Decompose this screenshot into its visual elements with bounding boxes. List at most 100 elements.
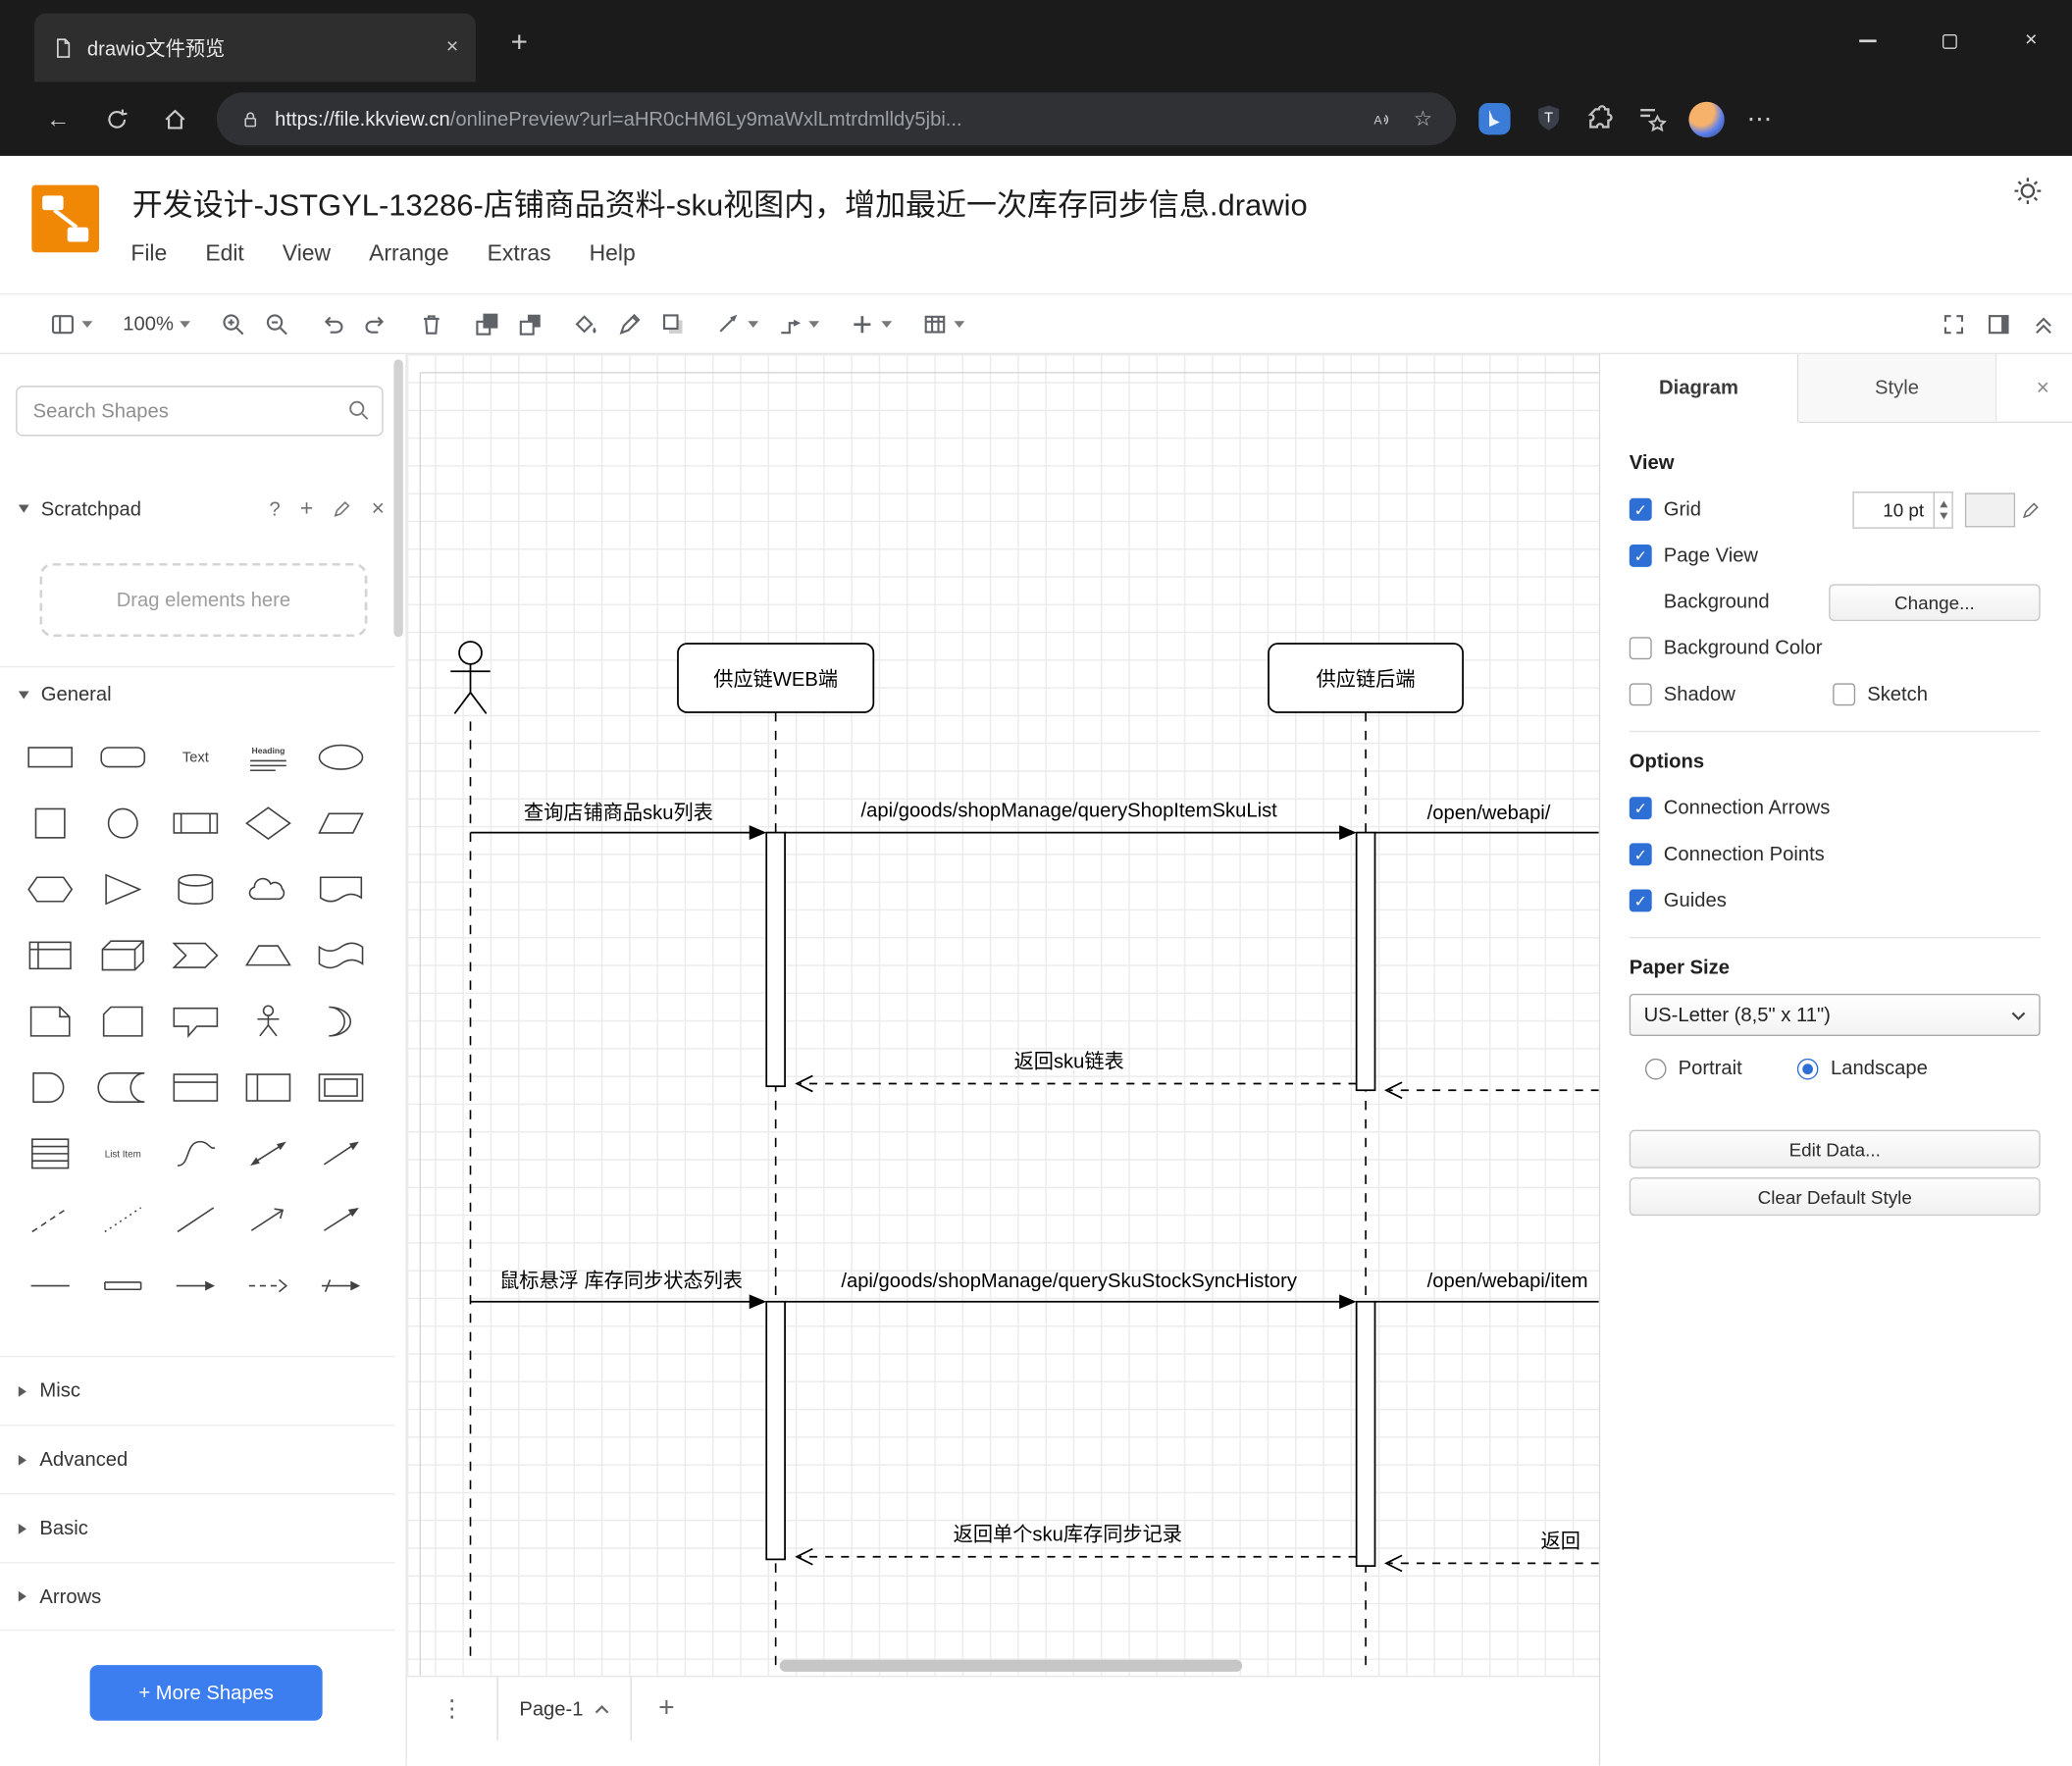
diagram-canvas[interactable]: 供应链WEB端 供应链后端 查询店铺商品sku列表 /api/goods/sho…	[406, 353, 1599, 1676]
shape-line[interactable]	[159, 1187, 232, 1253]
search-shapes-input[interactable]	[16, 386, 384, 437]
copilot-icon[interactable]	[1477, 102, 1512, 136]
insert-button[interactable]	[851, 311, 893, 337]
shape-rectangle[interactable]	[13, 724, 85, 790]
shadow-checkbox[interactable]: Shadow	[1629, 683, 1833, 706]
format-panel-close-icon[interactable]: ×	[2014, 354, 2072, 422]
waypoints-button[interactable]	[778, 311, 820, 337]
message-open-webapi-2[interactable]: /open/webapi/item	[1374, 1271, 1599, 1303]
section-advanced[interactable]: Advanced	[0, 1425, 395, 1493]
shield-extension-icon[interactable]: T	[1534, 103, 1564, 134]
shape-curve[interactable]	[159, 1120, 232, 1186]
view-panels-button[interactable]	[50, 311, 93, 337]
return-single-sku-sync-record[interactable]: 返回单个sku库存同步记录	[795, 1524, 1357, 1566]
page-tab[interactable]: Page-1	[496, 1677, 633, 1740]
grid-color-swatch[interactable]	[1964, 492, 2016, 527]
message-api-query-sku-stock-sync-history[interactable]: /api/goods/shopManage/querySkuStockSyncH…	[785, 1271, 1357, 1310]
shape-rounded-rectangle[interactable]	[86, 724, 159, 790]
tab-diagram[interactable]: Diagram	[1600, 353, 1799, 424]
settings-menu-icon[interactable]: ⋯	[1747, 104, 1773, 134]
extensions-icon[interactable]	[1585, 104, 1615, 133]
shape-cylinder[interactable]	[159, 857, 232, 922]
return-sku-list[interactable]: 返回sku链表	[795, 1050, 1357, 1093]
tab-style[interactable]: Style	[1798, 353, 1997, 422]
collapse-toolbar-button[interactable]	[2031, 311, 2056, 337]
sketch-checkbox[interactable]: Sketch	[1833, 683, 1928, 706]
clear-default-style-button[interactable]: Clear Default Style	[1629, 1177, 2041, 1217]
favorites-icon[interactable]	[1637, 104, 1667, 133]
participant-web[interactable]: 供应链WEB端	[677, 643, 875, 713]
shape-text[interactable]: Text	[159, 724, 232, 790]
shape-list-item[interactable]: List Item	[86, 1120, 159, 1186]
change-background-button[interactable]: Change...	[1829, 583, 2041, 621]
sidebar-scrollbar[interactable]	[393, 359, 403, 638]
shape-circle[interactable]	[86, 790, 159, 856]
section-arrows[interactable]: Arrows	[0, 1562, 395, 1632]
delete-button[interactable]	[419, 311, 444, 337]
zoom-dropdown[interactable]: 100%	[123, 313, 191, 335]
shape-vertical-container[interactable]	[232, 1055, 304, 1120]
activation-bar[interactable]	[1355, 831, 1376, 1092]
portrait-radio[interactable]: Portrait	[1644, 1058, 1742, 1079]
connection-points-checkbox[interactable]: Connection Points	[1629, 843, 1825, 866]
shape-data-storage[interactable]	[86, 1055, 159, 1120]
shape-document[interactable]	[304, 857, 377, 922]
add-page-button[interactable]: +	[640, 1677, 693, 1740]
menu-file[interactable]: File	[130, 240, 167, 267]
scratchpad-edit-icon[interactable]	[334, 499, 352, 518]
background-color-checkbox[interactable]: Background Color	[1629, 637, 1823, 660]
theme-toggle-button[interactable]	[2003, 167, 2050, 214]
shape-dashed-arrow-edge[interactable]	[232, 1253, 304, 1319]
shape-square[interactable]	[13, 790, 85, 856]
shape-list[interactable]	[13, 1120, 85, 1186]
edit-color-icon[interactable]	[2022, 500, 2041, 519]
connection-style-button[interactable]	[717, 311, 759, 337]
shape-hexagon[interactable]	[13, 857, 85, 922]
shape-callout[interactable]	[159, 989, 232, 1055]
close-window-button[interactable]: ×	[1990, 0, 2072, 82]
to-back-button[interactable]	[519, 311, 544, 337]
menu-help[interactable]: Help	[590, 240, 636, 267]
message-hover-stock-sync[interactable]: 鼠标悬浮 库存同步状态列表	[470, 1270, 767, 1310]
menu-arrange[interactable]: Arrange	[369, 240, 448, 267]
back-button[interactable]: ←	[29, 94, 87, 144]
shape-bidirectional-arrow[interactable]	[232, 1120, 304, 1186]
message-query-sku-list[interactable]: 查询店铺商品sku列表	[470, 802, 767, 840]
scratchpad-add-icon[interactable]: +	[300, 495, 313, 522]
shape-tape[interactable]	[304, 922, 377, 988]
profile-avatar[interactable]	[1688, 101, 1725, 137]
paper-size-select[interactable]: US-Letter (8,5" x 11")	[1629, 993, 2041, 1037]
shape-actor[interactable]	[232, 989, 304, 1055]
to-front-button[interactable]	[475, 311, 500, 337]
shape-arrow-open[interactable]	[232, 1187, 304, 1253]
shape-bold-line[interactable]	[13, 1253, 85, 1319]
fill-color-button[interactable]	[574, 311, 599, 337]
grid-size-input[interactable]: 10 pt	[1852, 491, 1935, 529]
guides-checkbox[interactable]: Guides	[1629, 889, 1727, 912]
shape-note[interactable]	[13, 989, 85, 1055]
actor-figure[interactable]	[450, 641, 491, 714]
edit-data-button[interactable]: Edit Data...	[1629, 1129, 2041, 1169]
url-field[interactable]: https://file.kkview.cn/onlinePreview?url…	[216, 92, 1457, 146]
message-api-query-shop-item-sku-list[interactable]: /api/goods/shopManage/queryShopItemSkuLi…	[785, 800, 1357, 840]
favorite-star-icon[interactable]: ☆	[1414, 106, 1432, 132]
grid-size-stepper[interactable]	[1934, 491, 1953, 529]
activation-bar[interactable]	[765, 831, 786, 1088]
fullscreen-button[interactable]	[1942, 311, 1967, 337]
undo-button[interactable]	[320, 311, 345, 337]
shape-process[interactable]	[159, 790, 232, 856]
menu-edit[interactable]: Edit	[205, 240, 243, 267]
shape-arrow[interactable]	[304, 1120, 377, 1186]
connection-arrows-checkbox[interactable]: Connection Arrows	[1629, 797, 1830, 820]
shape-dashed-line[interactable]	[13, 1187, 85, 1253]
format-panel-toggle-button[interactable]	[1986, 311, 2011, 337]
zoom-out-button[interactable]	[265, 311, 290, 337]
activation-bar[interactable]	[1355, 1300, 1376, 1567]
return-to-backend-1[interactable]	[1383, 1081, 1599, 1100]
new-tab-button[interactable]: +	[496, 22, 542, 64]
shape-connector-arrow[interactable]	[304, 1253, 377, 1319]
tab-close-icon[interactable]: ×	[446, 36, 459, 59]
maximize-button[interactable]	[1908, 0, 1991, 82]
shape-arrow-filled[interactable]	[304, 1187, 377, 1253]
shape-diamond[interactable]	[232, 790, 304, 856]
